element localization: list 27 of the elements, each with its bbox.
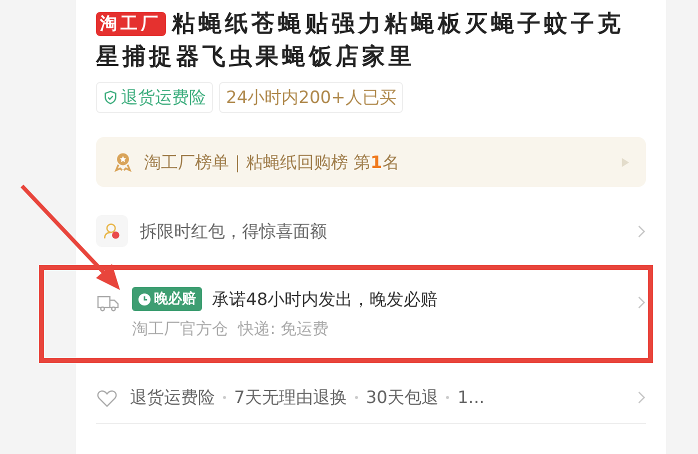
- guarantee-badge: 晚必赔: [132, 287, 202, 311]
- chevron-right-icon: [637, 295, 646, 310]
- coupon-row[interactable]: 拆限时红包，得惊喜面额: [96, 215, 646, 247]
- coupon-icon: [96, 215, 128, 247]
- ranking-banner[interactable]: 淘工厂榜单｜粘蝇纸回购榜 第1名: [96, 137, 646, 187]
- service-item: 1...: [457, 388, 484, 408]
- chevron-right-icon: [637, 390, 646, 405]
- truck-icon: [96, 293, 120, 313]
- medal-icon: [112, 151, 134, 173]
- clock-icon: [138, 292, 151, 306]
- play-arrow-icon: [621, 156, 630, 168]
- service-item: 30天包退: [366, 387, 438, 409]
- service-item: 7天无理由退换: [234, 387, 347, 409]
- coupon-text: 拆限时红包，得惊喜面额: [140, 220, 328, 242]
- ranking-text: 淘工厂榜单｜粘蝇纸回购榜 第1名: [144, 152, 400, 174]
- heart-icon: [96, 388, 118, 408]
- shield-check-icon: [103, 90, 118, 105]
- tag-label: 退货运费险: [121, 87, 206, 109]
- delivery-promise: 承诺48小时内发出，晚发必赔: [212, 288, 439, 310]
- delivery-info: 淘工厂官方仓 快递: 免运费: [132, 319, 330, 340]
- sales-tag: 24小时内200+人已买: [219, 82, 404, 113]
- store-badge: 淘工厂: [96, 12, 166, 36]
- delivery-row[interactable]: 晚必赔 承诺48小时内发出，晚发必赔 淘工厂官方仓 快递: 免运费: [96, 287, 646, 340]
- service-row[interactable]: 退货运费险 7天无理由退换 30天包退 1...: [96, 386, 646, 409]
- service-item: 退货运费险: [130, 387, 215, 409]
- chevron-right-icon: [637, 224, 646, 238]
- product-title: 淘工厂 粘蝇纸苍蝇贴强力粘蝇板灭蝇子蚊子克星捕捉器飞虫果蝇饭店家里: [96, 10, 626, 72]
